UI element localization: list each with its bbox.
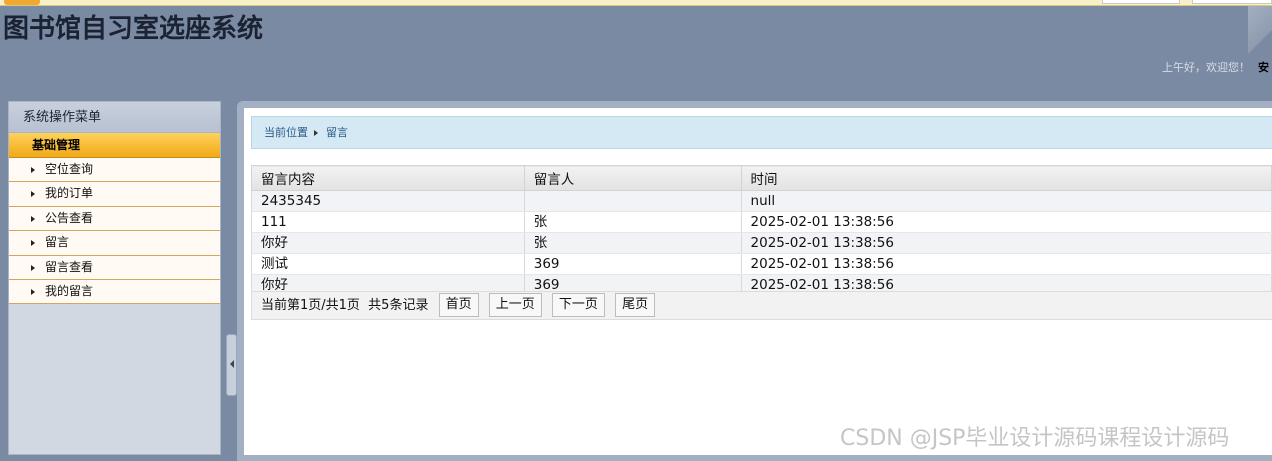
top-tab xyxy=(1102,0,1180,4)
sidebar-item-message[interactable]: 留言 xyxy=(9,231,220,256)
table-row: 你好 张 2025-02-01 13:38:56 xyxy=(251,232,1272,254)
sidebar-item-label: 留言 xyxy=(45,235,70,250)
cell-author: 369 xyxy=(523,253,742,275)
cell-content: 测试 xyxy=(251,253,525,275)
cell-content: 111 xyxy=(251,211,525,233)
column-header-time: 时间 xyxy=(740,165,1272,191)
pagination-bar: 当前第1页/共1页 共5条记录 首页 上一页 下一页 尾页 xyxy=(251,291,1272,320)
sidebar-item-label: 留言查看 xyxy=(45,259,94,274)
breadcrumb-current[interactable]: 留言 xyxy=(326,126,348,139)
cell-content: 2435345 xyxy=(251,190,525,212)
column-header-author: 留言人 xyxy=(523,165,742,191)
table-row: 2435345 null xyxy=(251,190,1272,212)
arrow-right-icon xyxy=(31,191,35,198)
user-name: 安 xyxy=(1258,61,1269,74)
sidebar-item-label: 我的订单 xyxy=(45,186,94,201)
sidebar-item-my-orders[interactable]: 我的订单 xyxy=(9,182,220,207)
arrow-right-icon xyxy=(31,240,35,247)
column-header-content: 留言内容 xyxy=(251,165,525,191)
last-page-button[interactable]: 尾页 xyxy=(615,292,656,317)
pagination-summary: 当前第1页/共1页 共5条记录 xyxy=(261,298,429,313)
menu-title: 系统操作菜单 xyxy=(9,102,220,133)
breadcrumb-prefix: 当前位置 xyxy=(264,126,308,139)
top-tab xyxy=(4,0,40,5)
menu-group-basic[interactable]: 基础管理 xyxy=(9,133,220,158)
first-page-button[interactable]: 首页 xyxy=(438,292,479,317)
top-tab xyxy=(1192,0,1272,4)
cell-content: 你好 xyxy=(251,232,525,254)
cell-author: 张 xyxy=(523,232,742,254)
breadcrumb-arrow-icon xyxy=(314,130,318,136)
next-page-button[interactable]: 下一页 xyxy=(551,292,605,317)
sidebar-collapse-handle[interactable] xyxy=(226,334,237,396)
breadcrumb: 当前位置 留言 xyxy=(251,116,1272,149)
sidebar-item-label: 公告查看 xyxy=(45,210,94,225)
greeting-text: 上午好，欢迎您！ xyxy=(1162,61,1250,74)
cell-time: 2025-02-01 13:38:56 xyxy=(740,211,1272,233)
sidebar-item-my-messages[interactable]: 我的留言 xyxy=(9,279,220,305)
table-header-row: 留言内容 留言人 时间 xyxy=(251,165,1272,191)
table-row: 测试 369 2025-02-01 13:38:56 xyxy=(251,253,1272,275)
table-row: 111 张 2025-02-01 13:38:56 xyxy=(251,211,1272,233)
arrow-right-icon xyxy=(31,167,35,173)
header-banner: 图书馆自习室选座系统 上午好，欢迎您！ 安 xyxy=(0,6,1272,100)
prev-page-button[interactable]: 上一页 xyxy=(488,292,542,317)
arrow-right-icon xyxy=(31,264,35,271)
sidebar-item-label: 我的留言 xyxy=(45,283,94,298)
cell-time: 2025-02-01 13:38:56 xyxy=(740,232,1272,254)
watermark: CSDN @JSP毕业设计源码课程设计源码 xyxy=(840,426,1230,451)
cell-time: null xyxy=(740,190,1272,212)
arrow-right-icon xyxy=(31,288,35,295)
collapse-left-icon xyxy=(230,360,234,368)
sidebar-item-message-view[interactable]: 留言查看 xyxy=(9,255,220,280)
sidebar-item-label: 空位查询 xyxy=(45,162,94,176)
sidebar-item-notices[interactable]: 公告查看 xyxy=(9,206,220,232)
cell-author: 张 xyxy=(523,211,742,233)
sidebar-item-seat-search[interactable]: 空位查询 xyxy=(9,158,220,183)
header-corner xyxy=(1248,6,1272,100)
greeting: 上午好，欢迎您！ 安 xyxy=(1162,59,1269,75)
cell-author xyxy=(523,190,742,212)
arrow-right-icon xyxy=(31,215,35,222)
sidebar: 系统操作菜单 基础管理 空位查询 我的订单 公告查看 留言 留言查看 我的留言 xyxy=(8,101,221,455)
message-table: 留言内容 留言人 时间 2435345 null 111 张 2025-02-0… xyxy=(251,165,1272,296)
cell-time: 2025-02-01 13:38:56 xyxy=(740,253,1272,275)
app-title: 图书馆自习室选座系统 xyxy=(3,14,264,44)
